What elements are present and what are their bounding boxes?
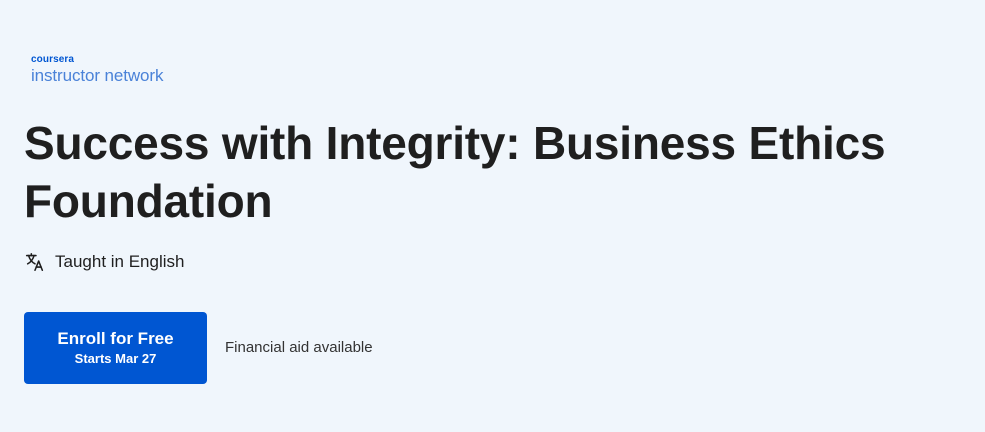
- logo-wordmark-bottom: instructor network: [31, 66, 164, 85]
- course-title: Success with Integrity: Business Ethics …: [24, 117, 886, 227]
- enroll-button[interactable]: Enroll for Free Starts Mar 27: [24, 312, 207, 384]
- course-hero: coursera instructor network Success with…: [24, 0, 964, 432]
- logo-wordmark-top: coursera: [31, 54, 75, 65]
- language-label: Taught in English: [55, 252, 185, 271]
- language-info: Taught in English: [24, 251, 184, 273]
- enroll-button-label: Enroll for Free: [57, 329, 174, 348]
- coursera-instructor-network-logo[interactable]: coursera instructor network: [31, 54, 164, 85]
- translate-icon: [24, 251, 46, 273]
- start-date-label: Starts Mar 27: [74, 351, 157, 366]
- financial-aid-text: Financial aid available: [225, 339, 373, 356]
